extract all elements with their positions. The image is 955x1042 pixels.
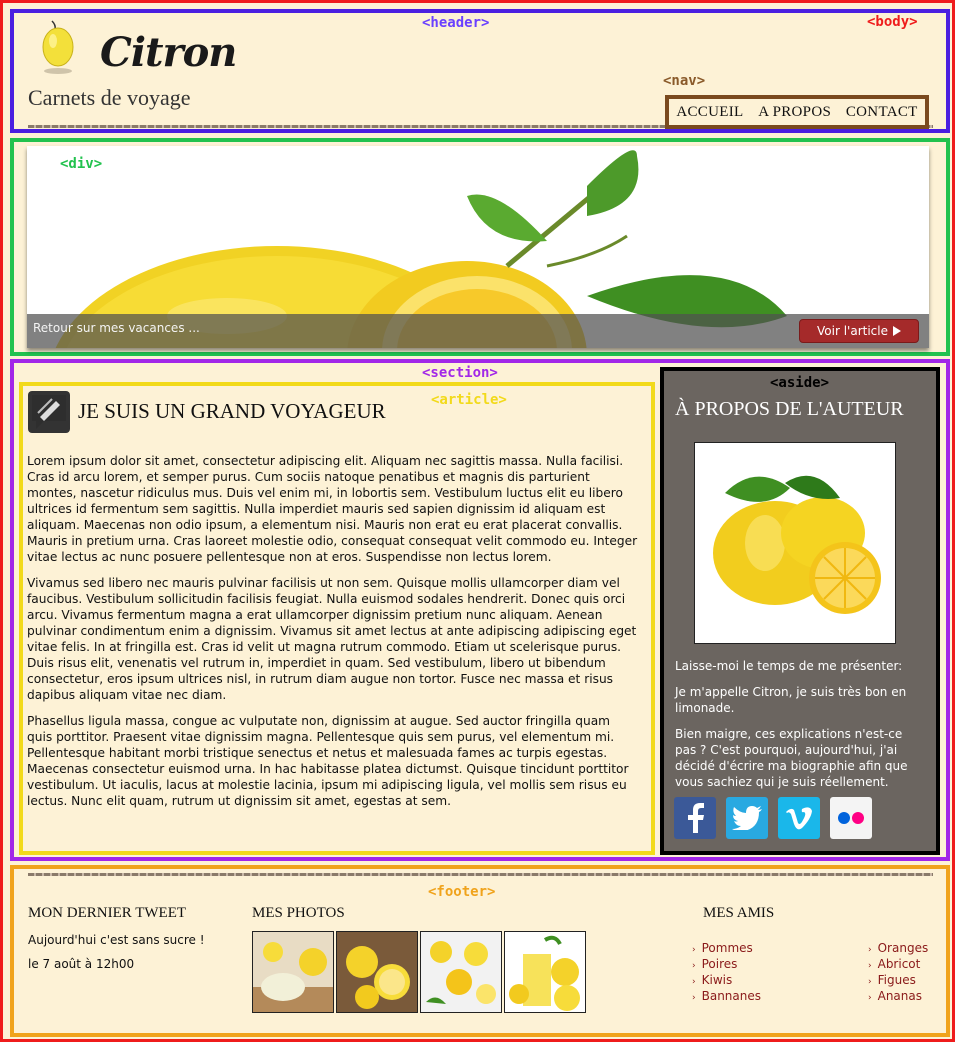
- friend-link[interactable]: › Ananas: [868, 989, 928, 1005]
- tweet-heading: MON DERNIER TWEET: [28, 905, 187, 921]
- aside-text: Laisse-moi le temps de me présenter: Je …: [675, 658, 925, 800]
- friend-link[interactable]: › Pommes: [692, 941, 761, 957]
- footer-divider: [28, 873, 933, 876]
- aside-paragraph-2: Je m'appelle Citron, je suis très bon en…: [675, 685, 907, 715]
- friends-list-left: › Pommes › Poires › Kiwis › Bannanes: [692, 941, 761, 1005]
- chevron-right-icon: ›: [868, 961, 872, 971]
- tweet-date: le 7 août à 12h00: [28, 957, 135, 971]
- lemon-icon: [38, 19, 78, 81]
- chevron-right-icon: ›: [692, 945, 696, 955]
- div-annotation: <div>: [60, 156, 103, 172]
- tweet-text: Aujourd'hui c'est sans sucre !: [28, 933, 205, 947]
- aside-paragraph-3: Bien maigre, ces explications n'est-ce p…: [675, 727, 908, 789]
- flickr-icon[interactable]: [830, 797, 872, 839]
- view-article-button[interactable]: Voir l'article: [799, 319, 919, 343]
- author-photo: [694, 442, 896, 644]
- article-paragraph-2: Vivamus sed libero nec mauris pulvinar f…: [27, 576, 637, 702]
- site-brand[interactable]: Citron: [100, 29, 237, 76]
- photo-gallery: [252, 931, 586, 1013]
- friend-link[interactable]: › Oranges: [868, 941, 928, 957]
- aside-annotation: <aside>: [770, 375, 830, 391]
- photo-thumbnail[interactable]: [420, 931, 502, 1013]
- chevron-right-icon: ›: [868, 945, 872, 955]
- social-links: [674, 797, 872, 839]
- footer-annotation: <footer>: [428, 884, 496, 900]
- friend-link[interactable]: › Kiwis: [692, 973, 761, 989]
- friend-link-label: Abricot: [877, 957, 921, 971]
- chevron-right-icon: ›: [692, 993, 696, 1003]
- pen-bubble-icon: [28, 391, 70, 433]
- article-annotation: <article>: [431, 392, 507, 408]
- chevron-right-icon: ›: [692, 961, 696, 971]
- page-body: Citron Carnets de voyage <header> <body>…: [0, 0, 955, 1042]
- banner-caption-bar: Retour sur mes vacances ... Voir l'artic…: [27, 314, 929, 348]
- photo-thumbnail[interactable]: [252, 931, 334, 1013]
- friends-list-right: › Oranges › Abricot › Figues › Ananas: [868, 941, 928, 1005]
- article: JE SUIS UN GRAND VOYAGEUR <article> Lore…: [19, 382, 655, 855]
- friend-link-label: Oranges: [877, 941, 929, 955]
- friend-link-label: Poires: [701, 957, 738, 971]
- friend-link-label: Ananas: [877, 989, 922, 1003]
- main-section: <section> JE SUIS UN GRAND VOYAGEUR <art…: [10, 359, 950, 861]
- aside-paragraph-1: Laisse-moi le temps de me présenter:: [675, 659, 903, 673]
- footer: <footer> MON DERNIER TWEET Aujourd'hui c…: [10, 865, 950, 1037]
- aside-author: <aside> À PROPOS DE L'AUTEUR Laisse-moi …: [660, 367, 940, 855]
- article-body: Lorem ipsum dolor sit amet, consectetur …: [27, 453, 639, 819]
- photos-heading: MES PHOTOS: [252, 905, 345, 921]
- banner-caption: Retour sur mes vacances ...: [33, 321, 200, 335]
- friend-link-label: Bannanes: [701, 989, 761, 1003]
- friend-link-label: Pommes: [701, 941, 753, 955]
- nav-item-accueil[interactable]: ACCUEIL: [676, 104, 743, 121]
- article-paragraph-1: Lorem ipsum dolor sit amet, consectetur …: [27, 454, 638, 564]
- article-title: JE SUIS UN GRAND VOYAGEUR: [78, 399, 386, 423]
- nav-item-a-propos[interactable]: A PROPOS: [758, 104, 831, 121]
- friend-link[interactable]: › Bannanes: [692, 989, 761, 1005]
- friend-link[interactable]: › Abricot: [868, 957, 928, 973]
- play-triangle-icon: [892, 326, 901, 336]
- chevron-right-icon: ›: [868, 993, 872, 1003]
- photo-thumbnail[interactable]: [336, 931, 418, 1013]
- nav-annotation: <nav>: [663, 73, 706, 89]
- chevron-right-icon: ›: [868, 977, 872, 987]
- header: Citron Carnets de voyage <header> <body>…: [10, 9, 950, 133]
- banner-slide: Retour sur mes vacances ... Voir l'artic…: [27, 146, 929, 348]
- friend-link-label: Figues: [877, 973, 916, 987]
- photo-thumbnail[interactable]: [504, 931, 586, 1013]
- friend-link[interactable]: › Poires: [692, 957, 761, 973]
- body-annotation: <body>: [867, 14, 918, 30]
- view-article-label: Voir l'article: [817, 324, 888, 338]
- friend-link-label: Kiwis: [701, 973, 733, 987]
- vimeo-icon[interactable]: [778, 797, 820, 839]
- friend-link[interactable]: › Figues: [868, 973, 928, 989]
- facebook-icon[interactable]: [674, 797, 716, 839]
- main-nav: ACCUEIL A PROPOS CONTACT: [665, 95, 929, 129]
- header-annotation: <header>: [422, 15, 490, 31]
- site-subtitle: Carnets de voyage: [28, 85, 191, 110]
- banner-container: Retour sur mes vacances ... Voir l'artic…: [10, 138, 950, 356]
- twitter-icon[interactable]: [726, 797, 768, 839]
- friends-heading: MES AMIS: [703, 905, 775, 921]
- nav-item-contact[interactable]: CONTACT: [846, 104, 918, 121]
- chevron-right-icon: ›: [692, 977, 696, 987]
- article-paragraph-3: Phasellus ligula massa, congue ac vulput…: [27, 714, 629, 808]
- section-annotation: <section>: [422, 365, 498, 381]
- aside-title: À PROPOS DE L'AUTEUR: [675, 398, 904, 420]
